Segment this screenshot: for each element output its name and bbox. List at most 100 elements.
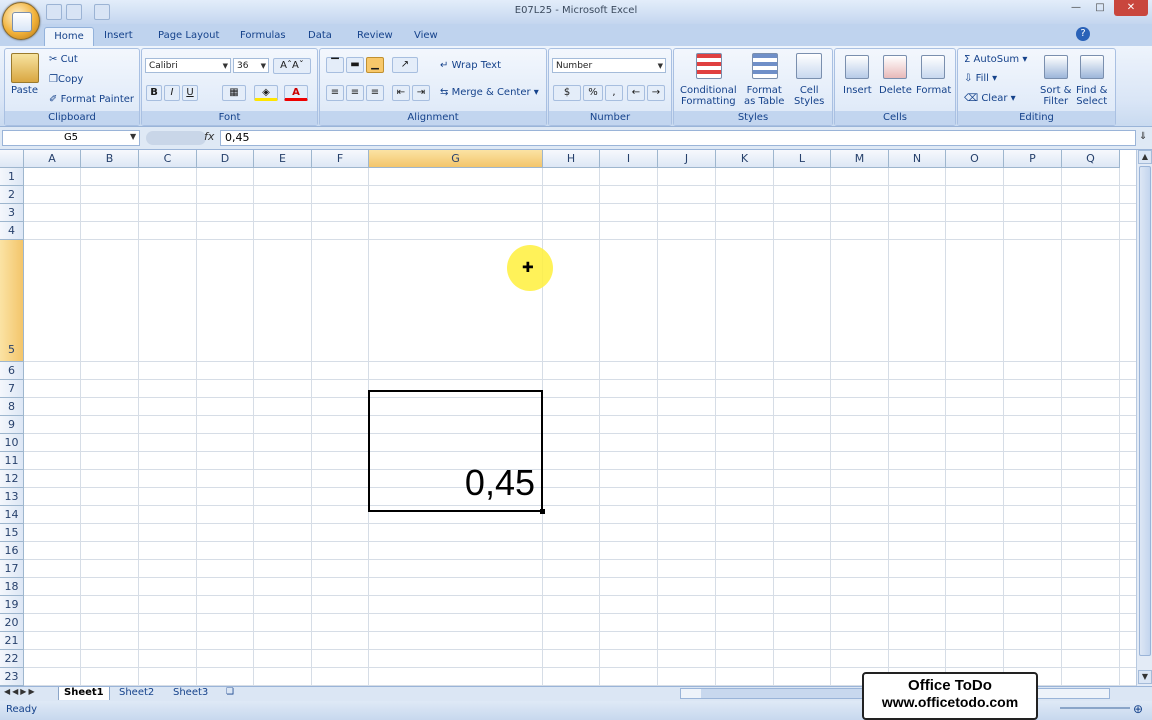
insert-sheet-icon[interactable]: ❏ [226,687,234,697]
tab-data[interactable]: Data [304,27,336,46]
column-header-b[interactable]: B [81,150,139,168]
merge-center-button[interactable]: ⇆ Merge & Center ▾ [440,87,539,98]
find-select-button[interactable]: Find & Select [1076,85,1107,107]
restore-icon[interactable]: □ [1088,0,1112,16]
vertical-scrollbar[interactable]: ▲ ▼ [1136,150,1152,686]
undo-icon[interactable] [66,4,82,20]
sheet-nav-arrows-icon[interactable]: ◀◀▶▶ [4,687,37,696]
clear-button[interactable]: ⌫ Clear ▾ [964,93,1016,104]
column-header-c[interactable]: C [139,150,197,168]
align-center-icon[interactable]: ≡ [346,85,364,101]
scroll-up-icon[interactable]: ▲ [1138,150,1152,164]
column-header-f[interactable]: F [312,150,369,168]
cut-button[interactable]: ✂ Cut [49,54,78,65]
fill-button[interactable]: ⇩ Fill ▾ [964,73,997,84]
sheet-tab-1[interactable]: Sheet1 [58,687,110,700]
fill-color-icon[interactable]: ◈ [254,85,278,101]
decrease-decimal-icon[interactable]: → [647,85,665,101]
row-header-1[interactable]: 1 [0,168,24,186]
row-header-6[interactable]: 6 [0,362,24,380]
paste-button[interactable]: Paste [11,85,38,96]
fx-icon[interactable]: fx [204,130,214,143]
row-header-4[interactable]: 4 [0,222,24,240]
align-bottom-icon[interactable]: ▁ [366,57,384,73]
minimize-icon[interactable]: — [1064,0,1088,16]
tab-review[interactable]: Review [353,27,397,46]
increase-decimal-icon[interactable]: ← [627,85,645,101]
tab-view[interactable]: View [410,27,442,46]
cell-styles-icon[interactable] [796,53,822,79]
column-header-p[interactable]: P [1004,150,1062,168]
redo-icon[interactable] [94,4,110,20]
cell-styles-button[interactable]: Cell Styles [794,85,824,107]
insert-cells-button[interactable]: Insert [843,85,872,96]
tab-formulas[interactable]: Formulas [236,27,290,46]
font-size-select[interactable]: 36 ▼ [233,58,269,73]
borders-icon[interactable]: ▦ [222,85,246,101]
bold-button[interactable]: B [146,85,162,101]
row-header-10[interactable]: 10 [0,434,24,452]
row-header-16[interactable]: 16 [0,542,24,560]
column-header-q[interactable]: Q [1062,150,1120,168]
column-header-k[interactable]: K [716,150,774,168]
format-cells-icon[interactable] [921,55,945,79]
row-header-5[interactable]: 5 [0,240,24,362]
font-name-select[interactable]: Calibri ▼ [145,58,231,73]
row-header-19[interactable]: 19 [0,596,24,614]
percent-button[interactable]: % [583,85,603,101]
row-header-3[interactable]: 3 [0,204,24,222]
zoom-slider[interactable] [1060,707,1130,709]
column-header-e[interactable]: E [254,150,312,168]
column-header-d[interactable]: D [197,150,254,168]
conditional-formatting-button[interactable]: Conditional Formatting [680,85,737,107]
row-header-15[interactable]: 15 [0,524,24,542]
align-middle-icon[interactable]: ▬ [346,57,364,73]
close-icon[interactable]: ✕ [1114,0,1148,16]
name-box-dropdown-icon[interactable]: ▼ [130,132,136,141]
column-header-l[interactable]: L [774,150,831,168]
italic-button[interactable]: I [164,85,180,101]
selected-cell-g5[interactable]: 0,45 [368,390,545,514]
comma-button[interactable]: , [605,85,623,101]
zoom-in-icon[interactable]: ⊕ [1133,702,1143,716]
office-button[interactable] [2,2,40,40]
find-select-icon[interactable] [1080,55,1104,79]
column-header-o[interactable]: O [946,150,1004,168]
copy-button[interactable]: ❐Copy [49,74,83,85]
save-icon[interactable] [46,4,62,20]
format-cells-button[interactable]: Format [916,85,951,96]
tab-insert[interactable]: Insert [100,27,137,46]
sheet-tab-2[interactable]: Sheet2 [114,687,159,700]
formula-bar-splitter[interactable] [146,131,206,145]
row-header-7[interactable]: 7 [0,380,24,398]
row-header-11[interactable]: 11 [0,452,24,470]
grow-shrink-font-button[interactable]: AˆAˇ [273,58,311,74]
row-header-9[interactable]: 9 [0,416,24,434]
row-header-20[interactable]: 20 [0,614,24,632]
tab-page-layout[interactable]: Page Layout [154,27,223,46]
row-header-23[interactable]: 23 [0,668,24,686]
decrease-indent-icon[interactable]: ⇤ [392,85,410,101]
row-header-21[interactable]: 21 [0,632,24,650]
align-left-icon[interactable]: ≡ [326,85,344,101]
column-header-n[interactable]: N [889,150,946,168]
wrap-text-button[interactable]: ↵ Wrap Text [440,60,501,71]
select-all-button[interactable] [0,150,24,168]
row-header-2[interactable]: 2 [0,186,24,204]
format-painter-button[interactable]: ✐ Format Painter [49,94,134,105]
delete-cells-icon[interactable] [883,55,907,79]
currency-icon[interactable]: $ [553,85,581,101]
conditional-formatting-icon[interactable] [696,53,722,79]
row-header-22[interactable]: 22 [0,650,24,668]
column-header-h[interactable]: H [543,150,600,168]
increase-indent-icon[interactable]: ⇥ [412,85,430,101]
column-header-a[interactable]: A [24,150,81,168]
format-as-table-button[interactable]: Format as Table [744,85,784,107]
fill-handle[interactable] [540,509,545,514]
autosum-button[interactable]: Σ AutoSum ▾ [964,54,1027,65]
row-header-17[interactable]: 17 [0,560,24,578]
underline-button[interactable]: U [182,85,198,101]
sort-filter-icon[interactable] [1044,55,1068,79]
column-header-g[interactable]: G [369,150,543,168]
row-header-18[interactable]: 18 [0,578,24,596]
